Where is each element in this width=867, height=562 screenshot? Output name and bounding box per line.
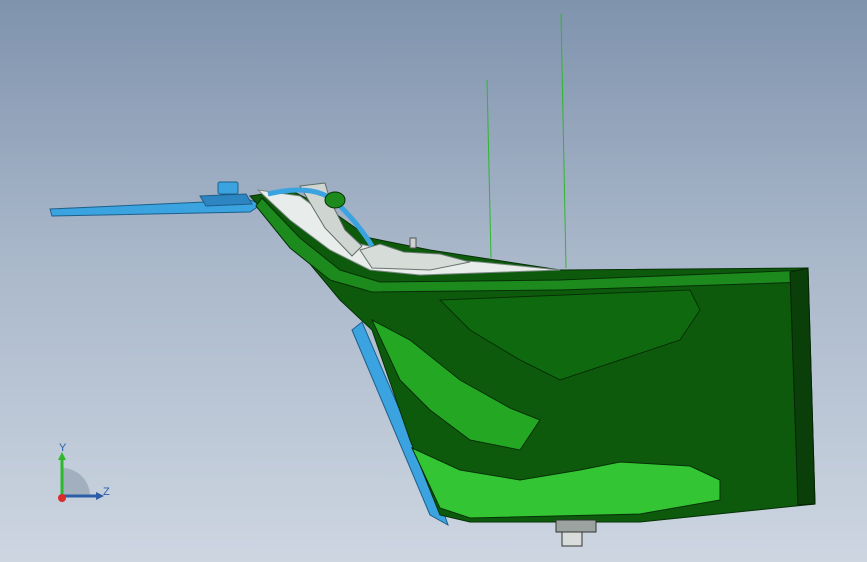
bracket-clip (217, 181, 239, 195)
axis-label-y: Y (59, 442, 67, 454)
cad-viewport[interactable]: Y Z (0, 0, 867, 562)
bottom-bracket-tab (561, 531, 583, 547)
bracket-mount (199, 193, 253, 207)
axis-label-z: Z (103, 486, 110, 498)
axis-triad: Y Z (40, 438, 130, 518)
triad-graphic (58, 452, 104, 502)
top-fitting (409, 237, 417, 249)
bottom-bracket (555, 519, 597, 533)
reference-line (560, 13, 567, 269)
reference-line (486, 79, 492, 259)
top-cap (324, 191, 346, 209)
3d-model[interactable] (0, 0, 867, 562)
